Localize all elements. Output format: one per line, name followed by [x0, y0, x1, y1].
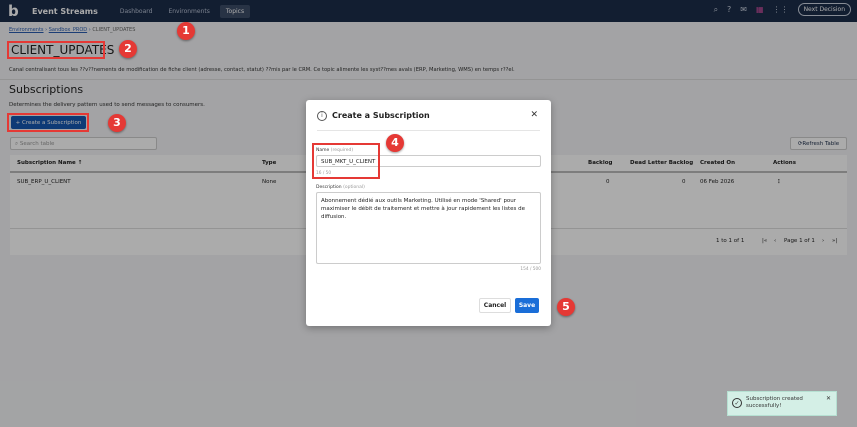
annotation-4: 4 — [386, 134, 404, 152]
cancel-button[interactable]: Cancel — [479, 298, 511, 313]
close-icon[interactable]: ✕ — [530, 110, 538, 120]
description-char-count: 154 / 500 — [520, 267, 541, 272]
dialog-divider — [317, 130, 540, 131]
dialog-title: Create a Subscription — [332, 111, 430, 120]
annotation-3: 3 — [108, 114, 126, 132]
annotation-1: 1 — [177, 22, 195, 40]
toast-message: Subscription created successfully! — [746, 396, 803, 409]
annotation-box-title — [7, 41, 105, 59]
info-icon: i — [317, 111, 327, 121]
description-textarea[interactable]: Abonnement dédié aux outils Marketing. U… — [316, 192, 541, 264]
annotation-2: 2 — [119, 40, 137, 58]
save-button[interactable]: Save — [515, 298, 539, 313]
create-subscription-dialog: i Create a Subscription ✕ Name (required… — [306, 100, 551, 326]
annotation-box-name — [312, 143, 380, 179]
toast-close-icon[interactable]: ✕ — [826, 395, 831, 402]
success-toast: ✓ Subscription created successfully! ✕ — [727, 391, 837, 416]
annotation-5: 5 — [557, 298, 575, 316]
description-label: Description (optional) — [316, 185, 365, 190]
check-icon: ✓ — [732, 398, 742, 408]
annotation-box-create — [7, 113, 89, 132]
